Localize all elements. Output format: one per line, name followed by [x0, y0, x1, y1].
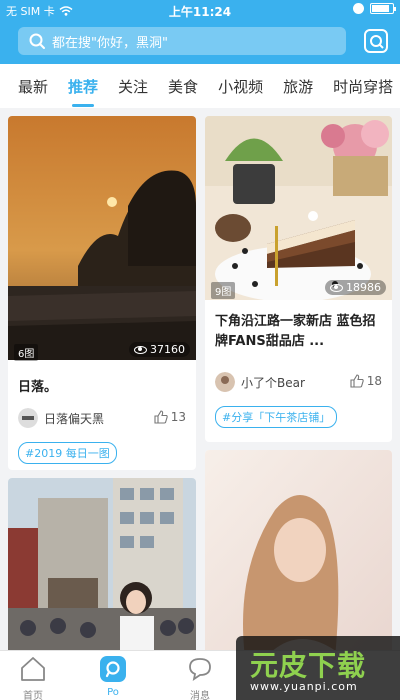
tab-short-video[interactable]: 小视频 — [218, 76, 263, 97]
card-image-street — [8, 478, 196, 650]
card-image-cake — [205, 116, 392, 300]
feed: 6图 37160 日落。 日落偏天黑 13 #2019 每日一图 9图 1898… — [0, 108, 400, 650]
nav-messages[interactable]: 消息 — [170, 651, 230, 700]
search-placeholder: 都在搜"你好，黑洞" — [52, 35, 168, 51]
views-count: 37160 — [150, 343, 185, 356]
views-badge: 37160 — [129, 342, 190, 357]
card-image-portrait — [205, 450, 392, 650]
likes-count: 18 — [366, 374, 382, 388]
eye-icon — [330, 283, 343, 292]
like-button[interactable]: 13 — [154, 410, 186, 424]
tab-recommended[interactable]: 推荐 — [68, 76, 98, 107]
nav-messages-label: 消息 — [190, 691, 210, 700]
watermark-logo-text: 元皮下载 — [250, 649, 367, 682]
card-author[interactable]: 日落偏天黑 — [18, 408, 104, 428]
scan-icon[interactable] — [363, 28, 389, 54]
topic-tag[interactable]: #2019 每日一图 — [18, 442, 117, 464]
image-count-badge: 6图 — [14, 344, 39, 361]
feed-card[interactable] — [8, 478, 196, 650]
feed-card[interactable]: 9图 18986 下角沿江路一家新店 蓝色招牌FANS甜品店 ... 小了个Be… — [205, 116, 392, 442]
status-bar: 无 SIM 卡 上午11:24 — [0, 0, 400, 20]
tab-fashion[interactable]: 时尚穿搭 — [333, 76, 393, 97]
battery-fill — [372, 5, 389, 12]
app-header: 无 SIM 卡 上午11:24 都在搜"你好，黑洞" — [0, 0, 400, 64]
tab-travel[interactable]: 旅游 — [283, 76, 313, 97]
battery-icon — [370, 3, 396, 14]
category-tabs: 最新 推荐 关注 美食 小视频 旅游 时尚穿搭 — [0, 64, 400, 108]
po-icon — [100, 656, 126, 682]
search-bar[interactable]: 都在搜"你好，黑洞" — [18, 27, 346, 55]
feed-card[interactable] — [205, 450, 392, 650]
site-watermark: 元皮下载 www.yuanpi.com — [236, 636, 400, 700]
thumbs-up-icon — [154, 410, 168, 424]
avatar — [215, 372, 235, 392]
nav-po-label: Po — [107, 687, 119, 698]
card-title: 下角沿江路一家新店 蓝色招牌FANS甜品店 ... — [215, 314, 376, 349]
likes-count: 13 — [170, 410, 186, 424]
tab-food[interactable]: 美食 — [168, 76, 198, 97]
tab-latest[interactable]: 最新 — [18, 76, 48, 97]
nav-home[interactable]: 首页 — [3, 651, 63, 700]
status-time: 上午11:24 — [168, 5, 232, 19]
nav-po[interactable]: Po — [83, 651, 143, 700]
home-icon — [21, 657, 45, 681]
card-author[interactable]: 小了个Bear — [215, 372, 305, 392]
thumbs-up-icon — [350, 374, 364, 388]
search-icon — [29, 33, 45, 49]
nav-home-label: 首页 — [23, 691, 43, 700]
image-count-badge: 9图 — [211, 282, 236, 299]
views-count: 18986 — [346, 281, 381, 294]
eye-icon — [134, 345, 147, 354]
like-button[interactable]: 18 — [350, 374, 382, 388]
card-image-sunset — [8, 116, 196, 360]
location-icon — [353, 3, 364, 14]
topic-tag[interactable]: #分享「下午茶店铺」 — [215, 406, 338, 428]
author-name: 日落偏天黑 — [44, 411, 105, 426]
card-title: 日落。 — [18, 380, 58, 395]
watermark-url: www.yuanpi.com — [250, 680, 358, 693]
tab-following[interactable]: 关注 — [118, 76, 148, 97]
avatar — [18, 408, 38, 428]
views-badge: 18986 — [325, 280, 386, 295]
author-name: 小了个Bear — [241, 375, 305, 390]
feed-card[interactable]: 6图 37160 日落。 日落偏天黑 13 #2019 每日一图 — [8, 116, 196, 470]
message-icon — [189, 658, 211, 681]
